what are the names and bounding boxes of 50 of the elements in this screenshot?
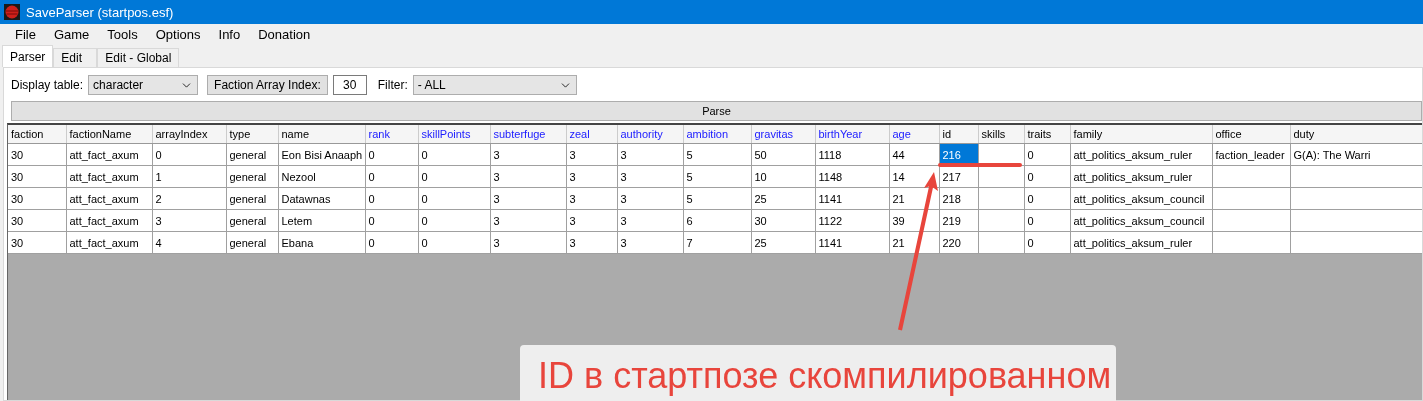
menu-item[interactable]: Options: [146, 27, 210, 42]
column-header[interactable]: ambition: [683, 125, 751, 144]
table-cell: att_politics_aksum_ruler: [1070, 231, 1212, 254]
table-cell: G(A): The Warri: [1290, 143, 1422, 166]
display-table-dropdown[interactable]: character: [88, 75, 199, 95]
column-header[interactable]: name: [278, 125, 365, 144]
callout-text: ID в стартпозе скомпилированном: [538, 355, 1112, 397]
display-table-label: Display table:: [11, 78, 84, 92]
tab[interactable]: Edit - Global: [97, 48, 180, 67]
column-header[interactable]: factionName: [66, 125, 152, 144]
faction-index-field[interactable]: 30: [332, 75, 367, 95]
table-cell: 30: [8, 143, 66, 166]
tab[interactable]: Parser: [2, 45, 54, 67]
table-cell: att_politics_aksum_council: [1070, 209, 1212, 232]
tab[interactable]: Edit: [53, 48, 98, 67]
column-header[interactable]: family: [1070, 125, 1212, 144]
menu-item[interactable]: Game: [44, 27, 99, 42]
filter-dropdown[interactable]: - ALL: [412, 75, 577, 95]
column-header[interactable]: id: [939, 125, 978, 144]
column-header[interactable]: arrayIndex: [152, 125, 226, 144]
column-header[interactable]: rank: [365, 125, 418, 144]
table-cell: 30: [8, 231, 66, 254]
column-header[interactable]: skillPoints: [418, 125, 490, 144]
column-header[interactable]: birthYear: [815, 125, 889, 144]
table-cell: att_politics_aksum_ruler: [1070, 165, 1212, 188]
column-header[interactable]: faction: [8, 125, 66, 144]
column-header[interactable]: traits: [1024, 125, 1070, 144]
app-logo-icon: [4, 4, 20, 20]
table-cell: att_politics_aksum_council: [1070, 187, 1212, 210]
menu-item[interactable]: Tools: [98, 27, 147, 42]
table-cell: att_politics_aksum_ruler: [1070, 143, 1212, 166]
menu-item[interactable]: File: [6, 27, 45, 42]
table-cell: 30: [8, 187, 66, 210]
filter-label: Filter:: [377, 78, 408, 92]
menu-item[interactable]: Info: [209, 27, 250, 42]
table-cell: 30: [8, 209, 66, 232]
column-header[interactable]: office: [1212, 125, 1290, 144]
column-header[interactable]: subterfuge: [490, 125, 566, 144]
column-header[interactable]: skills: [978, 125, 1024, 144]
column-header[interactable]: age: [889, 125, 939, 144]
menu-item[interactable]: Donation: [249, 27, 320, 42]
table-cell: 30: [8, 165, 66, 188]
column-header[interactable]: authority: [617, 125, 683, 144]
parse-button[interactable]: Parse: [11, 101, 1422, 121]
window-title: SaveParser (startpos.esf): [26, 4, 174, 20]
column-header[interactable]: gravitas: [751, 125, 815, 144]
column-header[interactable]: zeal: [566, 125, 617, 144]
faction-index-label: Faction Array Index:: [207, 75, 328, 95]
column-header[interactable]: duty: [1290, 125, 1422, 144]
column-header[interactable]: type: [226, 125, 278, 144]
